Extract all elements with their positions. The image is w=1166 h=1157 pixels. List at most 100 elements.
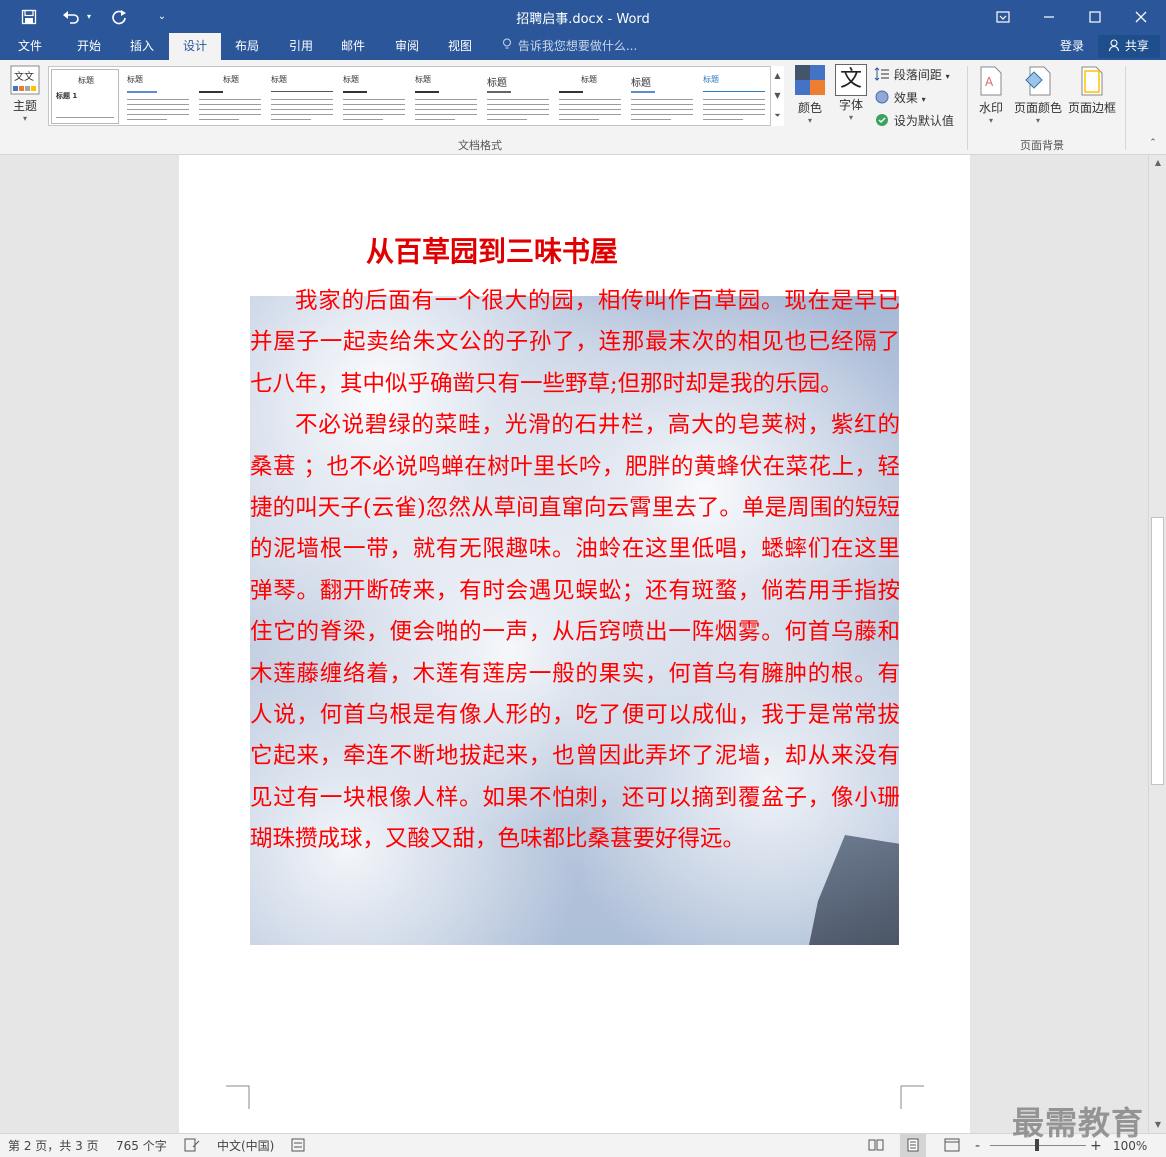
document-heading[interactable]: 从百草园到三味书屋 bbox=[366, 230, 618, 270]
style-set-thumb[interactable]: 标题 bbox=[339, 69, 409, 124]
thumb-heading: 标题 bbox=[271, 75, 287, 84]
style-set-thumb[interactable]: 标题 bbox=[267, 69, 337, 124]
thumb-line bbox=[487, 109, 549, 110]
thumb-line bbox=[415, 109, 477, 110]
minimize-icon[interactable] bbox=[1026, 0, 1072, 33]
thumb-line bbox=[199, 119, 239, 120]
thumb-line bbox=[703, 119, 743, 120]
fonts-button[interactable]: 文 字体 ▾ bbox=[832, 64, 870, 134]
page-borders-button[interactable]: 页面边框 bbox=[1066, 66, 1118, 134]
close-icon[interactable] bbox=[1118, 0, 1164, 33]
paragraph-spacing-icon bbox=[874, 67, 894, 82]
thumb-line bbox=[631, 109, 693, 110]
chevron-down-icon: ▾ bbox=[988, 116, 993, 125]
thumb-line bbox=[271, 99, 333, 100]
language-indicator[interactable]: 中文(中国) bbox=[217, 1134, 274, 1157]
document-canvas[interactable]: 从百草园到三味书屋 我家的后面有一个很大的园，相传叫作百草园。现在是早已并屋子一… bbox=[0, 155, 1148, 1133]
watermark-button[interactable]: A 水印 ▾ bbox=[974, 66, 1008, 134]
thumb-line bbox=[631, 119, 671, 120]
style-set-thumb[interactable]: 标题 bbox=[699, 69, 769, 124]
set-as-default-button[interactable]: 设为默认值 bbox=[874, 112, 974, 130]
document-body[interactable]: 我家的后面有一个很大的园，相传叫作百草园。现在是早已并屋子一起卖给朱文公的子孙了… bbox=[250, 281, 900, 861]
paragraph[interactable]: 我家的后面有一个很大的园，相传叫作百草园。现在是早已并屋子一起卖给朱文公的子孙了… bbox=[250, 281, 900, 405]
page-color-label: 页面颜色 bbox=[1013, 101, 1062, 115]
thumb-line bbox=[631, 104, 693, 105]
set-as-default-label: 设为默认值 bbox=[893, 114, 954, 128]
tab-file[interactable]: 文件 bbox=[0, 33, 60, 60]
style-set-gallery[interactable]: 标题 标题 1 标题 标题 标题 标题 标题 标题 标题 标题 标题 bbox=[48, 66, 784, 126]
margin-corner-mark bbox=[900, 1085, 924, 1109]
thumb-line bbox=[559, 114, 621, 115]
ribbon-display-options-icon[interactable] bbox=[980, 0, 1026, 33]
style-set-thumb[interactable]: 标题 bbox=[483, 69, 553, 124]
page-borders-label: 页面边框 bbox=[1067, 101, 1116, 115]
scroll-thumb[interactable] bbox=[1151, 517, 1164, 785]
thumb-line bbox=[703, 99, 765, 100]
style-set-thumb[interactable]: 标题 bbox=[411, 69, 481, 124]
word-count[interactable]: 765 个字 bbox=[116, 1134, 167, 1157]
paragraph[interactable]: 不必说碧绿的菜畦，光滑的石井栏，高大的皂荚树，紫红的桑葚 ；也不必说鸣蝉在树叶里… bbox=[250, 405, 900, 860]
collapse-ribbon-icon[interactable]: ⌃ bbox=[1146, 138, 1160, 150]
thumb-line bbox=[271, 114, 333, 115]
themes-button[interactable]: 文文 主题 ▾ bbox=[6, 64, 44, 134]
gallery-more-icon[interactable]: ⏷ bbox=[771, 106, 784, 126]
thumb-line bbox=[343, 104, 405, 105]
maximize-icon[interactable] bbox=[1072, 0, 1118, 33]
page-count[interactable]: 第 2 页，共 3 页 bbox=[8, 1134, 99, 1157]
thumb-line bbox=[271, 91, 333, 92]
share-button[interactable]: 共享 bbox=[1098, 35, 1160, 58]
read-mode-icon[interactable] bbox=[868, 1134, 884, 1157]
tab-layout[interactable]: 布局 bbox=[221, 33, 273, 60]
style-set-thumb[interactable]: 标题 bbox=[123, 69, 193, 124]
document-page[interactable]: 从百草园到三味书屋 我家的后面有一个很大的园，相传叫作百草园。现在是早已并屋子一… bbox=[179, 155, 970, 1133]
thumb-heading: 标题 bbox=[415, 75, 431, 84]
status-bar: 第 2 页，共 3 页 765 个字 中文(中国) - + 100% bbox=[0, 1133, 1166, 1157]
chevron-down-icon: ▾ bbox=[807, 116, 812, 125]
themes-label: 主题 bbox=[12, 99, 37, 113]
thumb-line bbox=[343, 114, 405, 115]
style-set-thumb[interactable]: 标题 bbox=[195, 69, 265, 124]
gallery-up-icon[interactable]: ▲ bbox=[771, 66, 784, 86]
tell-me-box[interactable]: 告诉我您想要做什么... bbox=[500, 33, 637, 60]
thumb-heading: 标题 bbox=[703, 75, 719, 84]
thumb-line bbox=[343, 91, 367, 93]
thumb-line bbox=[415, 114, 477, 115]
paragraph-spacing-button[interactable]: 段落间距 ▾ bbox=[874, 66, 964, 84]
tab-review[interactable]: 审阅 bbox=[381, 33, 433, 60]
scroll-up-icon[interactable]: ▲ bbox=[1149, 155, 1166, 171]
thumb-line bbox=[487, 99, 549, 100]
checkmark-icon bbox=[874, 114, 894, 128]
chevron-down-icon: ▾ bbox=[921, 95, 926, 104]
print-layout-icon[interactable] bbox=[900, 1134, 926, 1157]
gallery-down-icon[interactable]: ▼ bbox=[771, 86, 784, 106]
tab-view[interactable]: 视图 bbox=[434, 33, 486, 60]
thumb-heading: 标题 bbox=[223, 75, 239, 84]
tab-design[interactable]: 设计 bbox=[169, 33, 221, 60]
colors-label: 颜色 bbox=[797, 101, 822, 115]
logo-watermark: 最需教育 bbox=[1012, 1104, 1145, 1142]
tab-home[interactable]: 开始 bbox=[62, 33, 116, 60]
web-layout-icon[interactable] bbox=[944, 1134, 960, 1157]
colors-button[interactable]: 颜色 ▾ bbox=[790, 64, 830, 134]
macro-icon[interactable] bbox=[291, 1134, 305, 1157]
thumb-line bbox=[199, 104, 261, 105]
gallery-scroll[interactable]: ▲ ▼ ⏷ bbox=[770, 66, 784, 126]
tab-insert[interactable]: 插入 bbox=[116, 33, 168, 60]
tab-mailings[interactable]: 邮件 bbox=[327, 33, 379, 60]
vertical-scrollbar[interactable]: ▲ ▼ bbox=[1148, 155, 1166, 1133]
thumb-line bbox=[487, 104, 549, 105]
style-set-thumb[interactable]: 标题 标题 1 bbox=[51, 69, 119, 124]
thumb-line bbox=[56, 117, 114, 118]
thumb-line bbox=[703, 91, 765, 92]
tab-references[interactable]: 引用 bbox=[275, 33, 327, 60]
style-set-thumb[interactable]: 标题 bbox=[555, 69, 625, 124]
word-window: ▾ ⌄ 招聘启事.docx - Word 文件 开始 插入 设计 布局 引用 邮… bbox=[0, 0, 1166, 1157]
style-set-thumb[interactable]: 标题 bbox=[627, 69, 697, 124]
effects-button[interactable]: 效果 ▾ bbox=[874, 89, 964, 107]
login-link[interactable]: 登录 bbox=[1060, 33, 1084, 60]
zoom-out-button[interactable]: - bbox=[975, 1134, 980, 1157]
proofing-icon[interactable] bbox=[184, 1134, 200, 1157]
page-color-button[interactable]: 页面颜色 ▾ bbox=[1012, 66, 1064, 134]
lightbulb-icon bbox=[500, 33, 514, 60]
scroll-down-icon[interactable]: ▼ bbox=[1149, 1117, 1166, 1133]
